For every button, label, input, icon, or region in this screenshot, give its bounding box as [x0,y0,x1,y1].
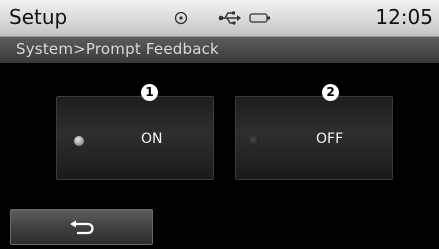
back-arrow-icon [70,220,94,235]
callout-number-2: 2 [322,84,339,101]
usb-icon [218,11,241,25]
unselected-indicator-icon [249,136,259,146]
off-option-label: OFF [316,131,344,147]
clock: 12:05 [375,5,433,29]
off-option-button[interactable]: OFF [235,96,393,180]
disc-icon [174,11,188,25]
battery-icon [249,13,270,23]
status-bar: Setup 12:05 [0,0,439,37]
breadcrumb-bar: System>Prompt Feedback [0,37,439,63]
on-option-button[interactable]: ON [56,96,214,180]
callout-number-1: 1 [141,84,158,101]
setup-screen: Setup 12:05 System>Prompt Feedback ON 1 [0,0,439,249]
screen-title: Setup [9,5,68,29]
selected-indicator-icon [74,136,84,146]
on-option-label: ON [141,131,163,147]
breadcrumb: System>Prompt Feedback [16,40,219,58]
back-button[interactable] [10,209,153,245]
